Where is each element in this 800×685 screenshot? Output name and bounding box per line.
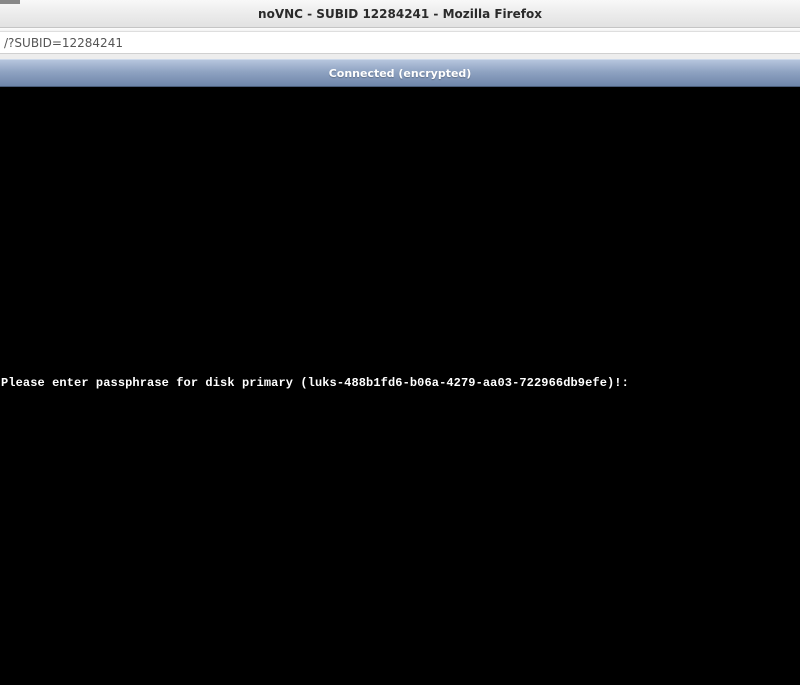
url-bar-row bbox=[0, 32, 800, 54]
window-titlebar: noVNC - SUBID 12284241 - Mozilla Firefox bbox=[0, 0, 800, 28]
url-input[interactable] bbox=[4, 36, 796, 50]
window-title: noVNC - SUBID 12284241 - Mozilla Firefox bbox=[258, 7, 542, 21]
console-passphrase-prompt: Please enter passphrase for disk primary… bbox=[1, 376, 629, 390]
vnc-remote-screen[interactable]: Please enter passphrase for disk primary… bbox=[0, 87, 800, 685]
vnc-status-text: Connected (encrypted) bbox=[329, 67, 472, 80]
vnc-status-bar: Connected (encrypted) bbox=[0, 59, 800, 87]
